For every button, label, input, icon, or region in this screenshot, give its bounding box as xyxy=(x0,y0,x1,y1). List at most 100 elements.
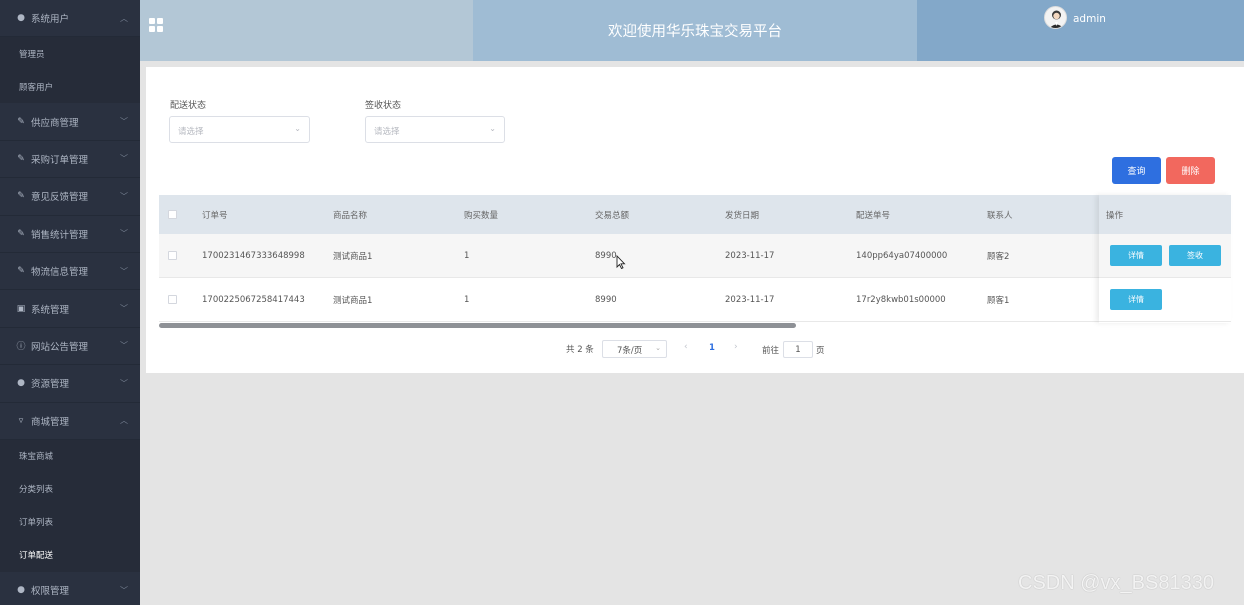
contact: 顾客1 xyxy=(987,295,1010,306)
detail-button[interactable]: 详情 xyxy=(1110,244,1162,266)
sidebar-item-feedback[interactable]: ✎ 意见反馈管理 ﹀ xyxy=(0,178,140,216)
sidebar-item-label: 系统用户 xyxy=(31,14,70,26)
sidebar-item-label: 权限管理 xyxy=(31,586,70,598)
page-title: 欢迎使用华乐珠宝交易平台 xyxy=(473,0,917,61)
order-no: 1700231467333648998 xyxy=(202,250,305,261)
ship-date: 2023-11-17 xyxy=(725,250,775,261)
sidebar-item-supplier[interactable]: ✎ 供应商管理 ﹀ xyxy=(0,103,140,141)
orders-table: 订单号 商品名称 购买数量 交易总额 发货日期 配送单号 联系人 操作 1700… xyxy=(159,195,1231,328)
sidebar-subitem-jewelry-mall[interactable]: 珠宝商城 xyxy=(0,439,140,473)
sidebar-item-system-users[interactable]: ● 系统用户 ︿ xyxy=(0,0,140,38)
row-checkbox[interactable] xyxy=(168,250,177,260)
header: 欢迎使用华乐珠宝交易平台 admin xyxy=(140,0,1244,61)
edit-icon: ✎ xyxy=(17,266,25,277)
sidebar-item-label: 意见反馈管理 xyxy=(31,192,89,204)
table-row: 1700225067258417443 测试商品1 1 8990 2023-11… xyxy=(159,278,1231,322)
receipt-status-label: 签收状态 xyxy=(365,101,402,111)
delivery-status-label: 配送状态 xyxy=(170,101,207,111)
column-header: 交易总额 xyxy=(595,210,630,221)
chevron-down-icon: ⌄ xyxy=(489,124,496,133)
chevron-down-icon: ﹀ xyxy=(120,266,128,276)
delete-button[interactable]: 删除 xyxy=(1166,157,1215,184)
column-header: 商品名称 xyxy=(333,210,368,221)
detail-button[interactable]: 详情 xyxy=(1110,288,1162,310)
sidebar: ● 系统用户 ︿ 管理员 顾客用户 ✎ 供应商管理 ﹀ ✎ 采购订单管理 ﹀ ✎… xyxy=(0,0,140,605)
total-amount: 8990 xyxy=(595,250,617,261)
sidebar-item-label: 系统管理 xyxy=(31,304,70,316)
chevron-up-icon: ︿ xyxy=(120,416,128,426)
page-size-select[interactable]: 7条/页 ⌄ xyxy=(602,340,667,358)
mouse-cursor-icon xyxy=(616,254,626,272)
table-row: 1700231467333648998 测试商品1 1 8990 2023-11… xyxy=(159,234,1231,278)
select-all-checkbox[interactable] xyxy=(168,209,177,219)
ship-date: 2023-11-17 xyxy=(725,294,775,305)
contact: 顾客2 xyxy=(987,251,1010,262)
chevron-down-icon: ﹀ xyxy=(120,585,128,595)
order-no: 1700225067258417443 xyxy=(202,294,305,305)
sidebar-item-resources[interactable]: ● 资源管理 ﹀ xyxy=(0,365,140,403)
total-amount: 8990 xyxy=(595,294,617,305)
sidebar-item-label: 采购订单管理 xyxy=(31,154,89,166)
edit-icon: ✎ xyxy=(17,153,25,164)
prev-page-button[interactable]: ‹ xyxy=(684,342,688,352)
product-name: 测试商品1 xyxy=(333,251,373,262)
sidebar-item-sales-stats[interactable]: ✎ 销售统计管理 ﹀ xyxy=(0,216,140,253)
chevron-down-icon: ﹀ xyxy=(120,117,128,127)
sidebar-item-permissions[interactable]: ● 权限管理 ﹀ xyxy=(0,572,140,605)
sidebar-subitem-order-delivery[interactable]: 订单配送 xyxy=(0,538,140,572)
sidebar-item-logistics[interactable]: ✎ 物流信息管理 ﹀ xyxy=(0,253,140,291)
product-name: 测试商品1 xyxy=(333,295,373,306)
delivery-status-select[interactable]: 请选择 ⌄ xyxy=(169,116,310,143)
chevron-down-icon: ﹀ xyxy=(120,304,128,314)
chevron-down-icon: ⌄ xyxy=(655,344,661,352)
column-header: 操作 xyxy=(1106,210,1124,221)
column-header: 联系人 xyxy=(987,210,1013,221)
edit-icon: ✎ xyxy=(17,116,25,127)
quantity: 1 xyxy=(464,294,470,305)
watermark: CSDN @vx_BS81330 xyxy=(1018,572,1214,594)
sidebar-item-purchase-orders[interactable]: ✎ 采购订单管理 ﹀ xyxy=(0,141,140,179)
next-page-button[interactable]: › xyxy=(734,342,738,352)
header-left xyxy=(140,0,473,61)
sidebar-subitem-customer-users[interactable]: 顾客用户 xyxy=(0,70,140,104)
quantity: 1 xyxy=(464,250,470,261)
column-header: 配送单号 xyxy=(856,210,891,221)
delivery-no: 140pp64ya07400000 xyxy=(856,250,948,261)
cart-icon: ▿ xyxy=(18,415,24,426)
sidebar-item-label: 物流信息管理 xyxy=(31,267,89,279)
goto-label: 前往 xyxy=(762,346,780,356)
receipt-status-select[interactable]: 请选择 ⌄ xyxy=(365,116,505,143)
query-button[interactable]: 查询 xyxy=(1112,157,1161,184)
current-page[interactable]: 1 xyxy=(709,343,715,353)
sidebar-item-label: 供应商管理 xyxy=(31,117,79,129)
username[interactable]: admin xyxy=(1073,13,1106,25)
chevron-down-icon: ﹀ xyxy=(120,191,128,201)
info-icon: ⓘ xyxy=(16,342,26,353)
horizontal-scrollbar[interactable] xyxy=(159,323,796,328)
page-size-value: 7条/页 xyxy=(617,346,643,356)
sidebar-item-label: 销售统计管理 xyxy=(31,229,89,241)
chevron-down-icon: ﹀ xyxy=(120,229,128,239)
goto-page-input[interactable]: 1 xyxy=(783,341,813,358)
chevron-down-icon: ﹀ xyxy=(120,378,128,388)
header-right: admin xyxy=(917,0,1244,61)
location-icon: ● xyxy=(17,378,25,389)
edit-icon: ✎ xyxy=(17,228,25,239)
sidebar-subitem-category-list[interactable]: 分类列表 xyxy=(0,472,140,506)
sidebar-subitem-admin[interactable]: 管理员 xyxy=(0,37,140,71)
pagination-total: 共 2 条 xyxy=(566,345,594,355)
menu-grid-icon[interactable] xyxy=(149,18,163,32)
sidebar-item-label: 商城管理 xyxy=(31,416,70,428)
sidebar-item-label: 网站公告管理 xyxy=(31,341,89,353)
sidebar-item-mall[interactable]: ▿ 商城管理 ︿ xyxy=(0,403,140,440)
select-placeholder: 请选择 xyxy=(178,127,204,137)
sidebar-item-announcements[interactable]: ⓘ 网站公告管理 ﹀ xyxy=(0,328,140,366)
column-header: 发货日期 xyxy=(725,210,760,221)
chevron-down-icon: ⌄ xyxy=(294,124,301,133)
row-checkbox[interactable] xyxy=(168,294,177,304)
select-placeholder: 请选择 xyxy=(374,127,400,137)
avatar[interactable] xyxy=(1044,6,1067,29)
sidebar-item-system[interactable]: ▣ 系统管理 ﹀ xyxy=(0,290,140,328)
sidebar-subitem-order-list[interactable]: 订单列表 xyxy=(0,505,140,539)
sign-receipt-button[interactable]: 签收 xyxy=(1169,244,1221,266)
